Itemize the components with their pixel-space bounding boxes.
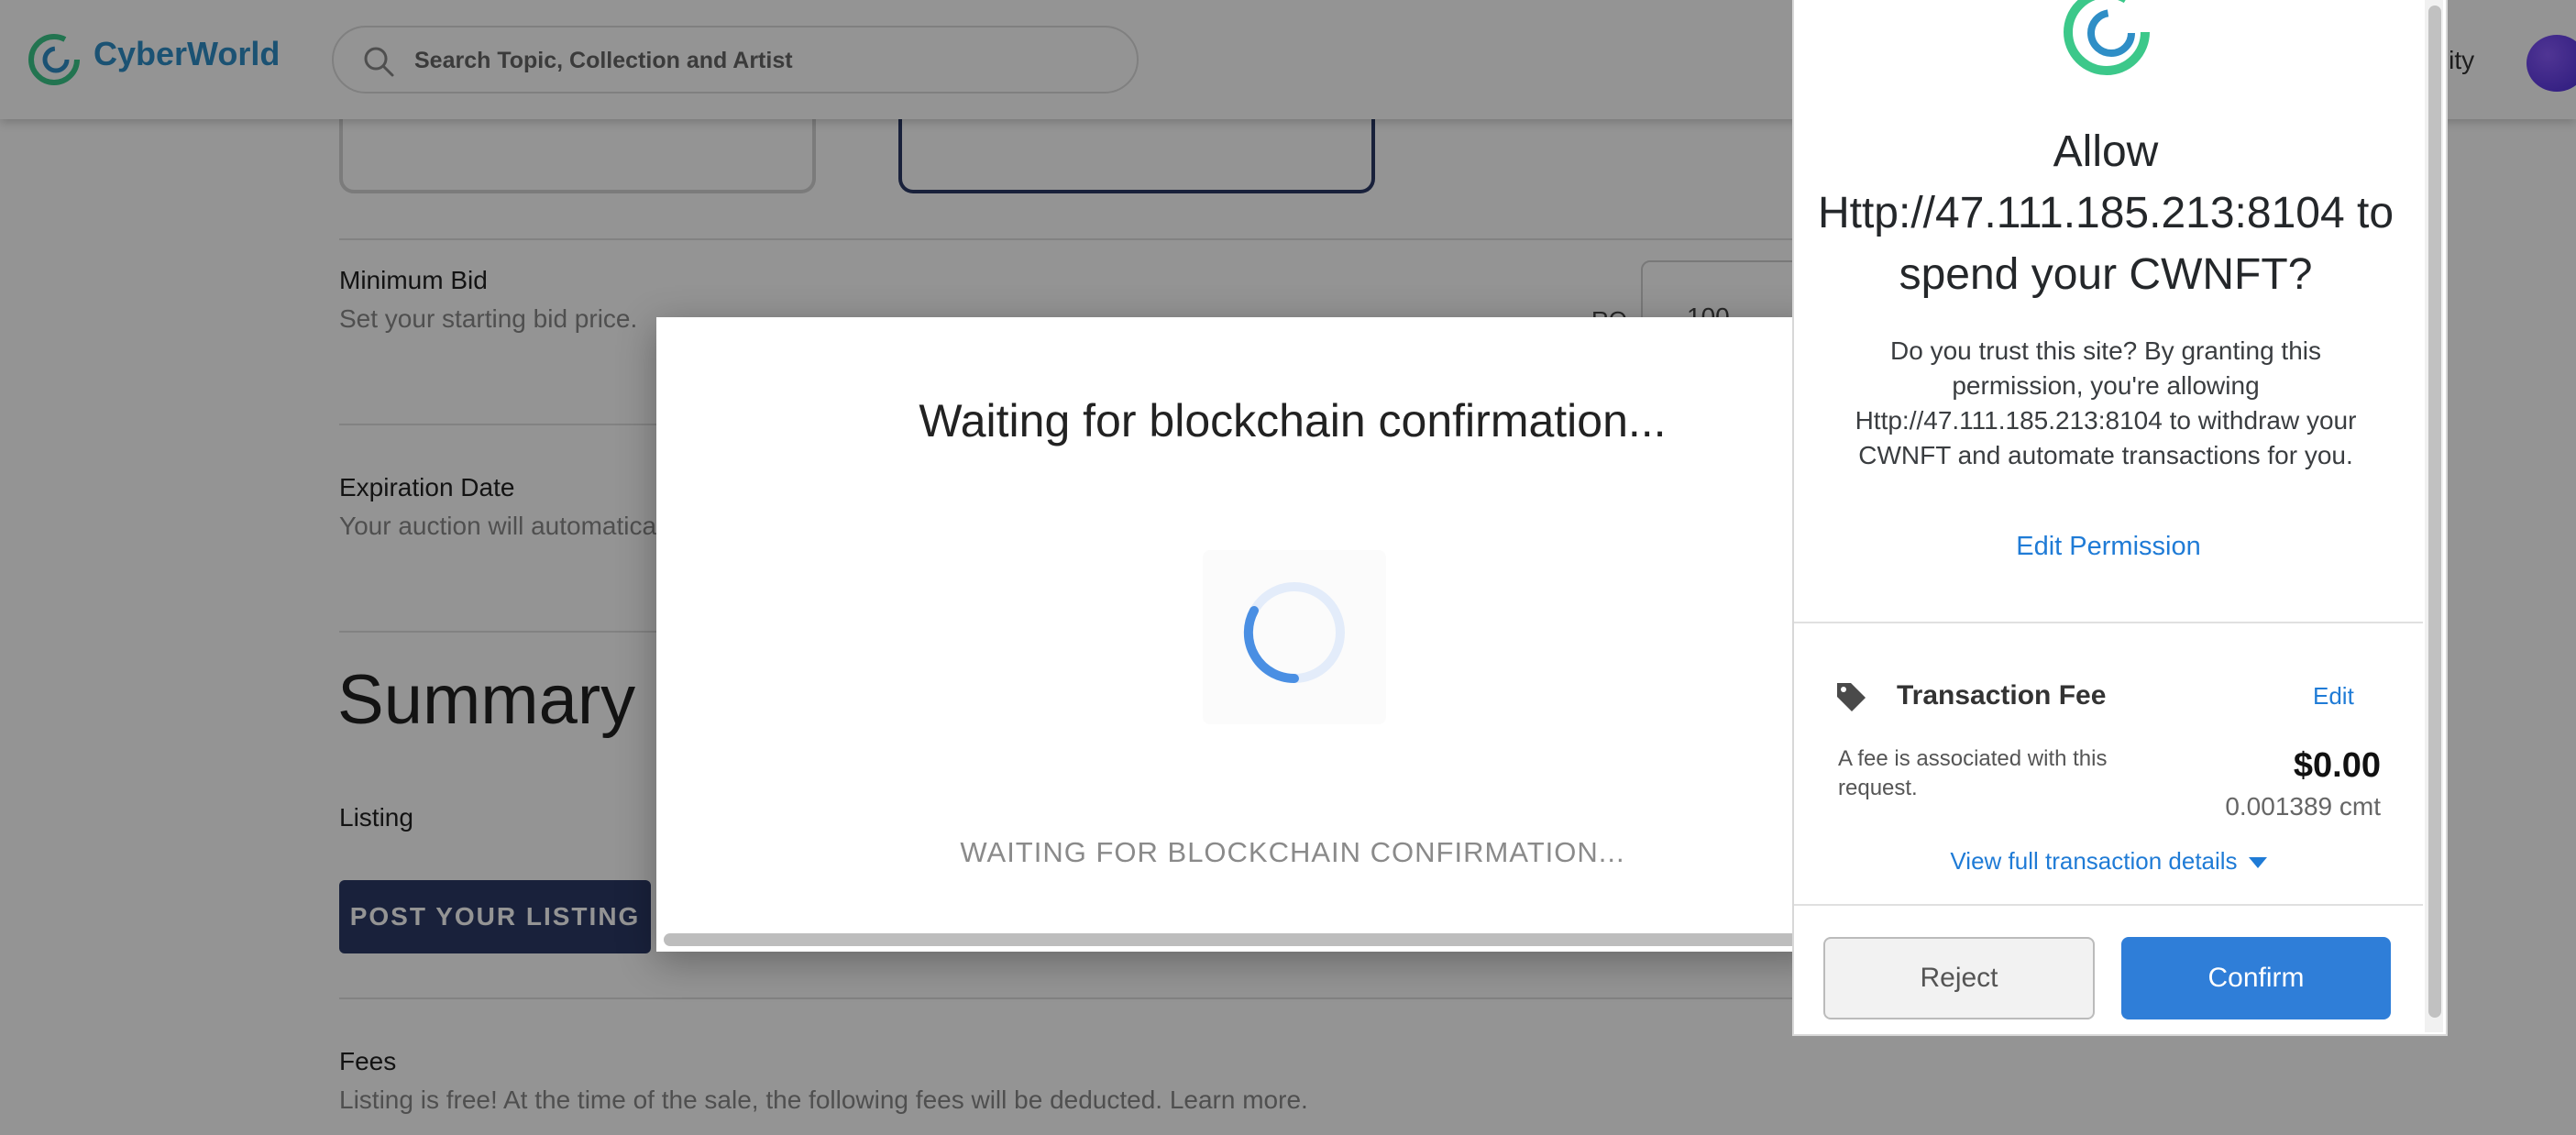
wallet-scrollbar-thumb[interactable]	[2428, 6, 2441, 1018]
tag-icon	[1837, 683, 1866, 711]
fee-native-value: 0.001389 cmt	[2225, 792, 2381, 821]
spinner-container	[1203, 550, 1386, 724]
view-details-link[interactable]: View full transaction details	[1794, 847, 2423, 876]
modal-status-text: WAITING FOR BLOCKCHAIN CONFIRMATION...	[960, 836, 1625, 868]
wallet-description: Do you trust this site? By granting this…	[1855, 336, 2357, 469]
divider	[1794, 904, 2423, 906]
confirmation-modal: Waiting for blockchain confirmation... W…	[656, 317, 1821, 952]
modal-scrollbar[interactable]	[664, 933, 1821, 946]
wallet-title: Allow Http://47.111.185.213:8104 to spen…	[1817, 127, 2394, 299]
chevron-down-icon	[2248, 857, 2267, 869]
cyberworld-logo-icon	[2064, 0, 2150, 75]
spinner-icon	[1243, 582, 1345, 684]
divider	[1794, 622, 2423, 623]
modal-title: Waiting for blockchain confirmation...	[919, 395, 1667, 446]
fee-title: Transaction Fee	[1897, 680, 2107, 711]
reject-button[interactable]: Reject	[1823, 937, 2095, 1019]
fee-edit-link[interactable]: Edit	[2313, 682, 2354, 711]
fee-description: A fee is associated with this request.	[1838, 746, 2108, 800]
wallet-approval-popup: Allow Http://47.111.185.213:8104 to spen…	[1792, 0, 2448, 1036]
edit-permission-link[interactable]: Edit Permission	[1794, 532, 2423, 562]
view-details-label: View full transaction details	[1950, 847, 2238, 875]
confirm-button[interactable]: Confirm	[2121, 937, 2391, 1019]
fee-usd-value: $0.00	[2293, 746, 2381, 785]
